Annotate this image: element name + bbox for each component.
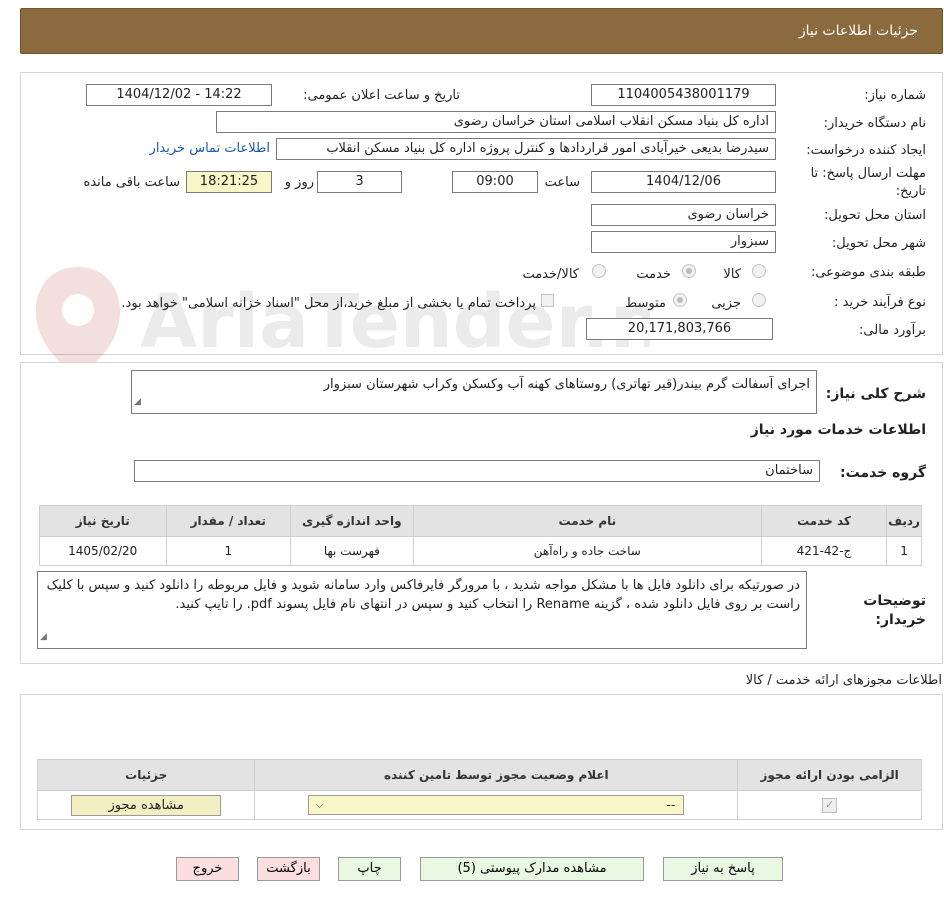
budget-field: 20,171,803,766 [586, 318, 773, 340]
category-goods-service-label: کالا/خدمت [522, 267, 579, 282]
cell-row: 1 [886, 536, 922, 566]
services-table: ردیف کد خدمت نام خدمت واحد اندازه گیری ت… [39, 505, 922, 566]
process-minor-label: جزیی [711, 296, 741, 311]
treasury-checkbox[interactable] [541, 294, 554, 307]
cell-unit: فهرست بها [290, 536, 414, 566]
cell-permit-required: ✓ [737, 790, 922, 820]
need-number-field: 1104005438001179 [591, 84, 776, 106]
remaining-days-field: 3 [317, 171, 402, 193]
col-row: ردیف [886, 505, 922, 537]
deadline-time-field: 09:00 [452, 171, 538, 193]
permits-section-title: اطلاعات مجوزهای ارائه خدمت / کالا [745, 673, 942, 688]
treasury-payment-note: پرداخت تمام یا بخشی از مبلغ خرید،از محل … [121, 296, 536, 311]
remaining-time-field: 18:21:25 [186, 171, 272, 193]
cell-permit-details: مشاهده مجوز [36, 790, 256, 820]
table-row: ✓ ⌵ -- مشاهده مجوز [36, 790, 922, 820]
col-permit-required: الزامی بودن ارائه مجوز [737, 759, 922, 791]
services-table-header: ردیف کد خدمت نام خدمت واحد اندازه گیری ت… [39, 505, 922, 537]
category-service-label: خدمت [636, 267, 671, 282]
permits-table-header: الزامی بودن ارائه مجوز اعلام وضعیت مجوز … [36, 759, 922, 791]
cell-service-name: ساخت جاده و راه‌آهن [412, 536, 762, 566]
description-textarea: اجرای آسفالت گرم بیندر(قیر تهاتری) روستا… [131, 370, 817, 414]
buyer-notes-label: توضیحات [863, 593, 926, 609]
process-medium-radio[interactable] [673, 293, 687, 307]
cell-service-code: ج-42-421 [760, 536, 888, 566]
view-attachments-button[interactable]: مشاهده مدارک پیوستی (5) [420, 857, 644, 881]
category-goods-label: کالا [723, 267, 741, 282]
reply-button[interactable]: پاسخ به نیاز [663, 857, 783, 881]
col-unit: واحد اندازه گیری [290, 505, 414, 537]
permits-table: الزامی بودن ارائه مجوز اعلام وضعیت مجوز … [36, 759, 922, 820]
print-button[interactable]: چاپ [338, 857, 401, 881]
view-permit-button[interactable]: مشاهده مجوز [71, 794, 222, 816]
table-row: 1 ج-42-421 ساخت جاده و راه‌آهن فهرست بها… [39, 536, 922, 566]
services-section-title: اطلاعات خدمات مورد نیاز [750, 422, 926, 438]
cell-need-date: 1405/02/20 [39, 536, 167, 566]
col-quantity: تعداد / مقدار [165, 505, 292, 537]
category-label: طبقه بندی موضوعی: [810, 265, 926, 280]
service-group-field: ساختمان [134, 460, 820, 482]
process-label: نوع فرآیند خرید : [834, 295, 926, 310]
deadline-label-date: تاریخ: [895, 184, 926, 199]
announce-label: تاریخ و ساعت اعلان عمومی: [303, 88, 460, 103]
col-permit-details: جزئیات [36, 759, 256, 791]
permit-status-select[interactable]: ⌵ -- [308, 795, 685, 815]
col-service-code: کد خدمت [760, 505, 888, 537]
description-text: اجرای آسفالت گرم بیندر(قیر تهاتری) روستا… [323, 377, 810, 392]
category-service-radio[interactable] [682, 264, 696, 278]
cell-permit-status: ⌵ -- [254, 790, 739, 820]
resize-grip-icon: ◢ [40, 632, 47, 642]
deadline-time-label: ساعت [544, 175, 580, 190]
col-service-name: نام خدمت [412, 505, 762, 537]
city-label: شهر محل تحویل: [831, 236, 926, 251]
col-need-date: تاریخ نیاز [39, 505, 167, 537]
announce-field: 1404/12/02 - 14:22 [86, 84, 272, 106]
process-medium-label: متوسط [625, 296, 666, 311]
province-field: خراسان رضوی [591, 204, 776, 226]
buyer-notes-textarea: در صورتیکه برای دانلود فایل ها با مشکل م… [37, 571, 807, 649]
description-label: شرح کلی نیاز: [825, 386, 926, 402]
category-goods-service-radio[interactable] [592, 264, 606, 278]
buyer-org-label: نام دستگاه خریدار: [823, 116, 926, 131]
chevron-down-icon: ⌵ [315, 798, 324, 811]
exit-button[interactable]: خروج [176, 857, 239, 881]
page-header: جزئیات اطلاعات نیاز [20, 8, 943, 54]
buyer-notes-label-2: خریدار: [875, 612, 926, 628]
service-group-label: گروه خدمت: [840, 465, 926, 481]
back-button[interactable]: بازگشت [257, 857, 320, 881]
city-field: سبزوار [591, 231, 776, 253]
budget-label: برآورد مالی: [859, 323, 926, 338]
creator-label: ایجاد کننده درخواست: [806, 143, 926, 158]
buyer-contact-link[interactable]: اطلاعات تماس خریدار [150, 141, 270, 156]
creator-field: سیدرضا بدیعی خیرآبادی امور قراردادها و ک… [276, 138, 776, 160]
buyer-org-field: اداره کل بنیاد مسکن انقلاب اسلامی استان … [216, 111, 776, 133]
cell-quantity: 1 [165, 536, 292, 566]
need-number-label: شماره نیاز: [864, 88, 926, 103]
resize-grip-icon: ◢ [134, 397, 141, 407]
deadline-label: مهلت ارسال پاسخ: تا [810, 166, 926, 181]
deadline-date-field: 1404/12/06 [591, 171, 776, 193]
days-label: روز و [284, 175, 314, 190]
permit-status-value: -- [666, 798, 676, 812]
category-goods-radio[interactable] [752, 264, 766, 278]
permit-required-checkbox[interactable]: ✓ [822, 797, 838, 813]
remaining-label: ساعت باقی مانده [83, 175, 180, 190]
province-label: استان محل تحویل: [824, 208, 926, 223]
page-title: جزئیات اطلاعات نیاز [798, 23, 918, 39]
process-minor-radio[interactable] [752, 293, 766, 307]
buyer-notes-text: در صورتیکه برای دانلود فایل ها با مشکل م… [46, 578, 800, 612]
col-permit-status: اعلام وضعیت مجوز توسط تامین کننده [254, 759, 739, 791]
